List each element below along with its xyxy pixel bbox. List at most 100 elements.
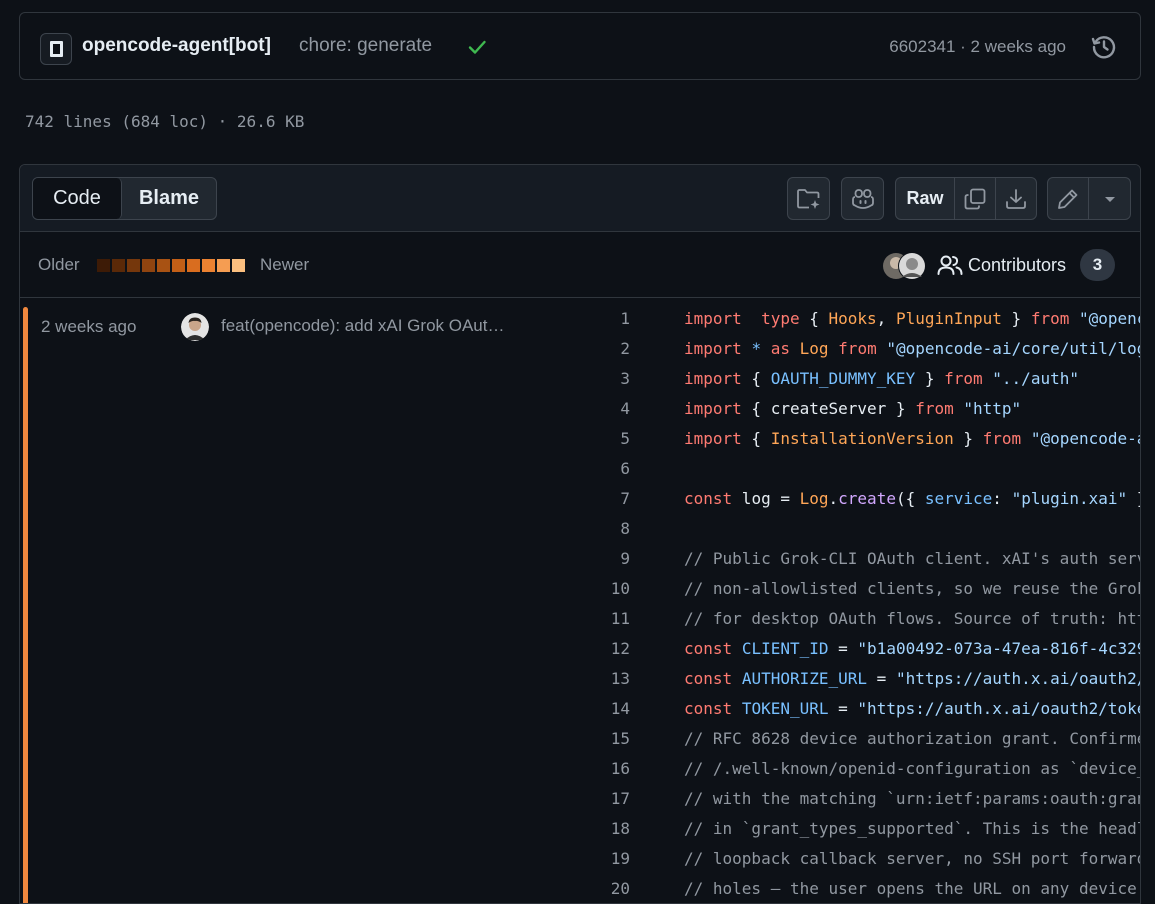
line-number[interactable]: 15: [590, 724, 630, 754]
code-token: PluginInput: [895, 309, 1002, 328]
line-code: import type { Hooks, PluginInput } from …: [684, 304, 1140, 334]
line-number[interactable]: 6: [590, 454, 630, 484]
download-button[interactable]: [996, 178, 1036, 219]
code-token: // non-allowlisted clients, so we reuse …: [684, 579, 1140, 598]
code-token: "../auth": [992, 369, 1079, 388]
line-number[interactable]: 14: [590, 694, 630, 724]
newer-label: Newer: [260, 255, 310, 274]
code-line: 3 import { OAUTH_DUMMY_KEY } from "../aut…: [20, 364, 1140, 394]
line-number[interactable]: 1: [590, 304, 630, 334]
bot-avatar[interactable]: [40, 33, 72, 65]
line-number[interactable]: 13: [590, 664, 630, 694]
code-token: type: [761, 309, 800, 328]
line-number[interactable]: 19: [590, 844, 630, 874]
edit-button[interactable]: [1048, 178, 1089, 219]
code-line: 17 // with the matching `urn:ietf:params:…: [20, 784, 1140, 814]
code-token: }): [1127, 489, 1140, 508]
raw-button[interactable]: Raw: [896, 178, 955, 219]
line-number[interactable]: 7: [590, 484, 630, 514]
code-line: 16 // /.well-known/openid-configuration a…: [20, 754, 1140, 784]
code-token: from: [944, 369, 983, 388]
contributors-label[interactable]: Contributors: [968, 255, 1066, 276]
code-token: // for desktop OAuth flows. Source of tr…: [684, 609, 1140, 628]
code-token: service: [924, 489, 993, 508]
check-icon[interactable]: [466, 36, 488, 58]
line-number[interactable]: 5: [590, 424, 630, 454]
contributor-avatars[interactable]: [882, 250, 932, 282]
copilot-button[interactable]: [841, 177, 884, 220]
code-token: // /.well-known/openid-configuration as …: [684, 759, 1140, 778]
line-number[interactable]: 9: [590, 544, 630, 574]
commit-meta[interactable]: 6602341 · 2 weeks ago: [889, 37, 1066, 57]
code-tab[interactable]: Code: [33, 178, 122, 219]
line-code: import { createServer } from "http": [684, 394, 1021, 424]
line-code: // for desktop OAuth flows. Source of tr…: [684, 604, 1140, 634]
code-token: "@opencode-ai/plugin": [1078, 309, 1140, 328]
code-token: // with the matching `urn:ietf:params:oa…: [684, 789, 1140, 808]
pencil-icon: [1058, 189, 1078, 209]
code-token: as: [770, 339, 790, 358]
file-stats: 742 lines (684 loc) · 26.6 KB: [25, 112, 305, 131]
code-token: ({: [895, 489, 925, 508]
line-number[interactable]: 4: [590, 394, 630, 424]
line-number[interactable]: 11: [590, 604, 630, 634]
age-swatch: [202, 259, 215, 272]
code-line: 12 const CLIENT_ID = "b1a00492-073a-47ea-…: [20, 634, 1140, 664]
code-token: from: [982, 429, 1022, 448]
code-token: OAUTH_DUMMY_KEY: [770, 369, 916, 388]
line-number[interactable]: 17: [590, 784, 630, 814]
open-in-folder-button[interactable]: [787, 177, 830, 220]
code-token: =: [867, 669, 896, 688]
line-number[interactable]: 3: [590, 364, 630, 394]
line-number[interactable]: 20: [590, 874, 630, 903]
line-code: const CLIENT_ID = "b1a00492-073a-47ea-81…: [684, 634, 1140, 664]
code-token: Log: [799, 489, 829, 508]
line-number[interactable]: 2: [590, 334, 630, 364]
code-token: }: [953, 429, 983, 448]
code-token: =: [828, 699, 858, 718]
download-icon: [1006, 188, 1026, 209]
code-line: 4 import { createServer } from "http": [20, 394, 1140, 424]
file-actions-group: Raw: [895, 177, 1037, 220]
view-mode-toggle: Code Blame: [32, 177, 217, 220]
code-line: 15 // RFC 8628 device authorization grant…: [20, 724, 1140, 754]
line-number[interactable]: 8: [590, 514, 630, 544]
code-token: // RFC 8628 device authorization grant. …: [684, 729, 1140, 748]
code-line: 14 const TOKEN_URL = "https://auth.x.ai/o…: [20, 694, 1140, 724]
line-code: import { InstallationVersion } from "@op…: [684, 424, 1140, 454]
commit-message[interactable]: chore: generate: [299, 35, 432, 57]
copy-raw-button[interactable]: [955, 178, 996, 219]
age-swatch: [187, 259, 200, 272]
code-line: 20 // holes — the user opens the URL on a…: [20, 874, 1140, 903]
older-label: Older: [38, 255, 80, 274]
code-line: 19 // loopback callback server, no SSH po…: [20, 844, 1140, 874]
more-edit-options-button[interactable]: [1089, 178, 1130, 219]
commit-author[interactable]: opencode-agent[bot]: [82, 35, 271, 57]
contributors-count[interactable]: 3: [1080, 249, 1115, 281]
code-token: // Public Grok-CLI OAuth client. xAI's a…: [684, 549, 1140, 568]
history-icon[interactable]: [1090, 33, 1118, 61]
code-token: import: [684, 399, 742, 418]
line-code: // in `grant_types_supported`. This is t…: [684, 814, 1140, 844]
line-code: // Public Grok-CLI OAuth client. xAI's a…: [684, 544, 1140, 574]
code-token: *: [751, 339, 762, 358]
line-number[interactable]: 12: [590, 634, 630, 664]
line-number[interactable]: 16: [590, 754, 630, 784]
blame-tab[interactable]: Blame: [122, 178, 216, 219]
line-number[interactable]: 10: [590, 574, 630, 604]
code-token: const: [684, 639, 733, 658]
code-token: {: [741, 369, 771, 388]
code-line: 18 // in `grant_types_supported`. This is…: [20, 814, 1140, 844]
code-token: log =: [732, 489, 800, 508]
copilot-icon: [851, 188, 874, 209]
latest-commit-box: opencode-agent[bot] chore: generate 6602…: [19, 12, 1141, 80]
line-number[interactable]: 18: [590, 814, 630, 844]
code-token: Log: [799, 339, 829, 358]
